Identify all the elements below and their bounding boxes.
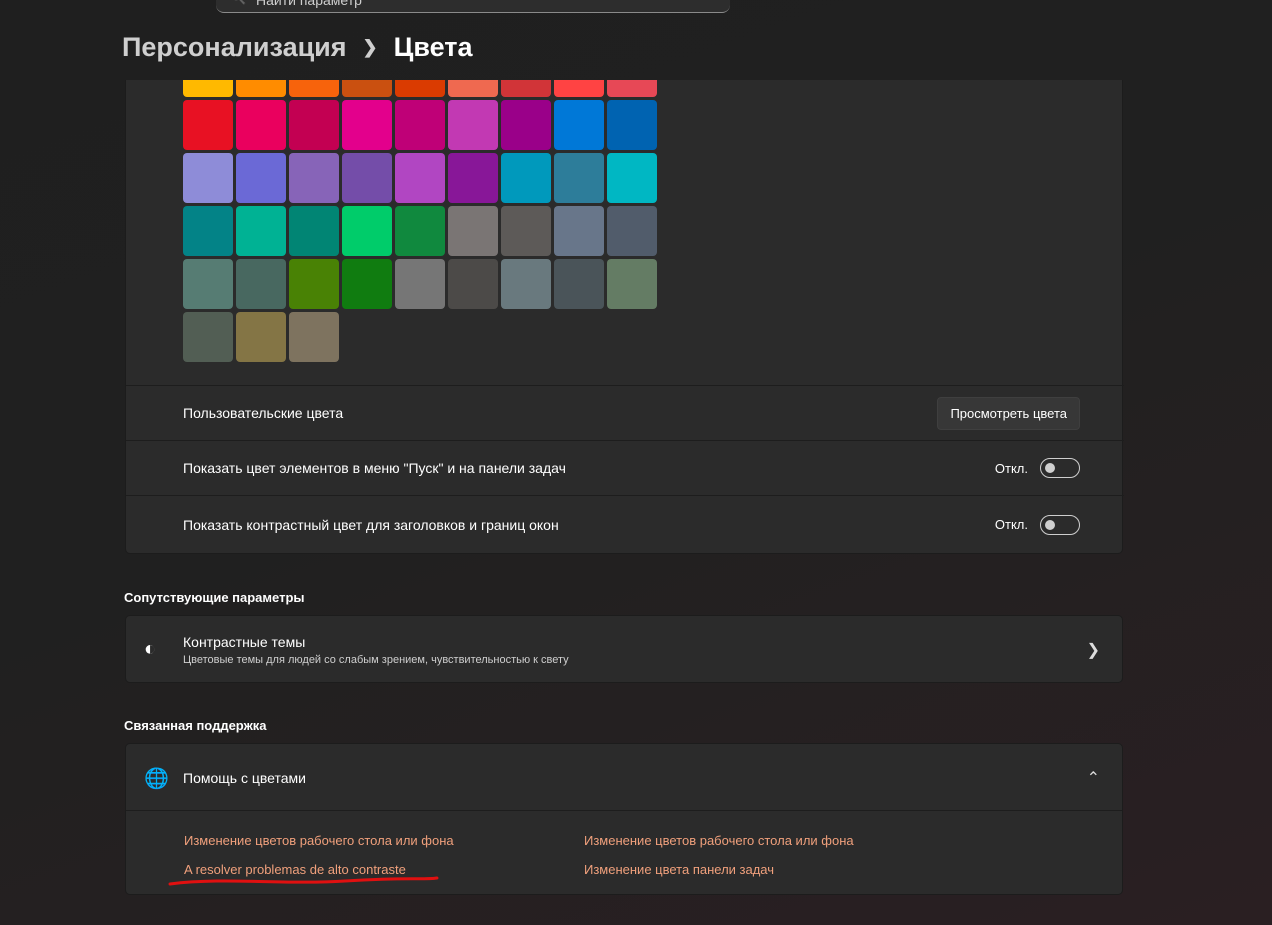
title-bar-label: Показать контрастный цвет для заголовков… [183, 516, 559, 533]
color-swatch[interactable] [183, 80, 233, 97]
color-swatch[interactable] [448, 206, 498, 256]
color-swatch[interactable] [183, 259, 233, 309]
color-swatch[interactable] [236, 259, 286, 309]
chevron-right-icon: ❯ [1086, 642, 1100, 659]
color-swatch[interactable] [236, 80, 286, 97]
color-help-title: Помощь с цветами [183, 770, 306, 786]
color-swatch[interactable] [289, 153, 339, 203]
globe-search-icon: 🌐 [144, 768, 169, 790]
color-swatch[interactable] [395, 206, 445, 256]
color-swatch[interactable] [448, 80, 498, 97]
color-swatch[interactable] [236, 100, 286, 150]
color-swatch[interactable] [554, 206, 604, 256]
contrast-themes-item[interactable]: ◐ Контрастные темы Цветовые темы для люд… [125, 615, 1123, 683]
color-swatch[interactable] [183, 153, 233, 203]
color-swatch[interactable] [342, 259, 392, 309]
color-swatch[interactable] [607, 153, 657, 203]
color-swatch[interactable] [607, 100, 657, 150]
color-swatch[interactable] [554, 259, 604, 309]
color-swatch[interactable] [448, 153, 498, 203]
chevron-right-icon: ❯ [362, 37, 378, 57]
color-swatch[interactable] [448, 100, 498, 150]
custom-colors-row: Пользовательские цвета Просмотреть цвета [126, 385, 1124, 440]
color-swatch[interactable] [448, 259, 498, 309]
color-swatch[interactable] [501, 259, 551, 309]
breadcrumb: Персонализация ❯ Цвета [122, 32, 473, 63]
start-taskbar-label: Показать цвет элементов в меню "Пуск" и … [183, 460, 566, 476]
toggle-state: Откл. [994, 460, 1028, 476]
color-swatch[interactable] [501, 206, 551, 256]
search-icon: 🔍 [230, 0, 246, 6]
red-underline-annotation [168, 876, 439, 886]
color-swatch[interactable] [607, 259, 657, 309]
breadcrumb-parent[interactable]: Персонализация [122, 32, 347, 63]
color-help-header[interactable]: 🌐 Помощь с цветами ⌃ [126, 744, 1122, 811]
color-swatch[interactable] [501, 153, 551, 203]
color-swatch[interactable] [342, 206, 392, 256]
contrast-icon: ◐ [144, 638, 157, 660]
color-swatch[interactable] [342, 80, 392, 97]
color-swatch[interactable] [501, 80, 551, 97]
color-swatch[interactable] [607, 80, 657, 97]
chevron-up-icon: ⌃ [1086, 770, 1100, 787]
color-swatch[interactable] [289, 80, 339, 97]
contrast-themes-title: Контрастные темы [183, 634, 306, 650]
view-colors-button[interactable]: Просмотреть цвета [937, 396, 1080, 430]
color-swatch[interactable] [183, 312, 233, 362]
color-swatch[interactable] [183, 100, 233, 150]
page-title: Цвета [393, 32, 473, 62]
custom-colors-label: Пользовательские цвета [183, 405, 344, 421]
color-swatch[interactable] [183, 206, 233, 256]
color-swatch[interactable] [342, 153, 392, 203]
help-link[interactable]: Изменение цветов рабочего стола или фона [584, 833, 854, 848]
color-help-expander: 🌐 Помощь с цветами ⌃ Изменение цветов ра… [125, 743, 1123, 895]
accent-color-grid [183, 80, 663, 364]
color-swatch[interactable] [236, 153, 286, 203]
color-swatch[interactable] [395, 153, 445, 203]
related-settings-heading: Сопутствующие параметры [124, 590, 305, 605]
color-swatch[interactable] [554, 153, 604, 203]
color-swatch[interactable] [342, 100, 392, 150]
help-link[interactable]: Изменение цветов рабочего стола или фона [184, 833, 454, 848]
color-swatch[interactable] [607, 206, 657, 256]
contrast-themes-subtitle: Цветовые темы для людей со слабым зрение… [183, 654, 569, 666]
color-swatch[interactable] [289, 259, 339, 309]
color-swatch[interactable] [395, 100, 445, 150]
color-swatch[interactable] [289, 312, 339, 362]
color-swatch[interactable] [236, 206, 286, 256]
color-swatch[interactable] [501, 100, 551, 150]
start-taskbar-color-row: Показать цвет элементов в меню "Пуск" и … [126, 440, 1124, 495]
color-swatch[interactable] [554, 100, 604, 150]
color-swatch[interactable] [236, 312, 286, 362]
color-swatch[interactable] [289, 100, 339, 150]
color-swatch[interactable] [395, 80, 445, 97]
color-swatch[interactable] [395, 259, 445, 309]
help-link[interactable]: Изменение цвета панели задач [584, 862, 774, 877]
color-swatch[interactable] [289, 206, 339, 256]
search-input[interactable]: 🔍Найти параметр [216, 0, 730, 13]
title-bar-color-row: Показать контрастный цвет для заголовков… [126, 495, 1124, 553]
title-bar-toggle[interactable] [1040, 514, 1080, 535]
start-taskbar-toggle[interactable] [1040, 458, 1080, 478]
related-support-heading: Связанная поддержка [124, 718, 267, 733]
color-swatch[interactable] [554, 80, 604, 97]
toggle-state: Откл. [994, 517, 1028, 532]
